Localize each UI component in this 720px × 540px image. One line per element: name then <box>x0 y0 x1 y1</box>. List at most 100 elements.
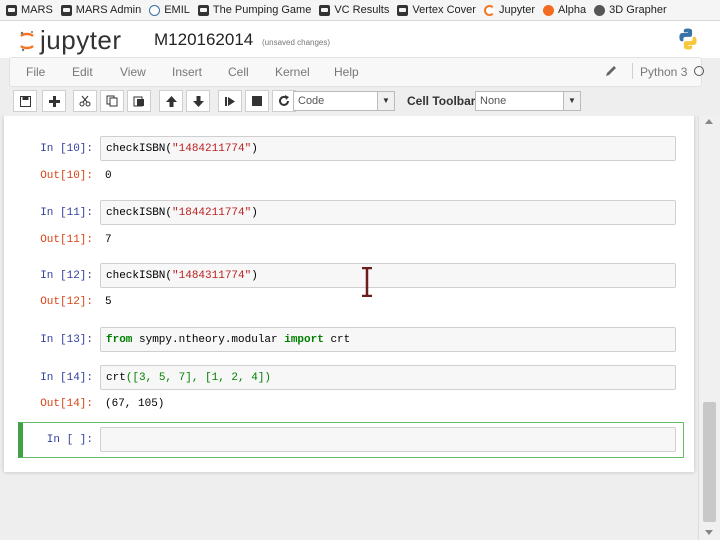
alpha-icon <box>543 4 555 16</box>
notebook-scroll-area[interactable]: In [10]: checkISBN("1484211774") Out[10]… <box>0 116 698 540</box>
jupyter-logo[interactable]: jupyter <box>19 25 122 56</box>
menu-cell[interactable]: Cell <box>228 65 249 79</box>
code-input-empty[interactable] <box>100 427 676 452</box>
jupyter-icon <box>483 4 495 16</box>
code-input[interactable]: from sympy.ntheory.modular import crt <box>100 327 676 352</box>
plus-icon <box>48 95 60 107</box>
notebook-title[interactable]: M120162014 <box>154 30 253 50</box>
save-icon <box>19 95 31 107</box>
code-function: checkISBN( <box>106 270 173 282</box>
bookmark-label: MARS Admin <box>75 4 142 16</box>
cell-output: 0 <box>105 170 112 182</box>
bookmark-label: The Pumping Game <box>212 4 312 16</box>
code-args: ([3, 5, 7], [1, 2, 4]) <box>125 372 272 384</box>
out-prompt: Out[14]: <box>40 398 93 410</box>
bookmark-label: 3D Grapher <box>609 4 667 16</box>
vertical-scrollbar[interactable] <box>698 116 720 540</box>
grapher-icon <box>594 4 606 16</box>
notebook-header: jupyter M120162014 (unsaved changes) <box>0 21 720 58</box>
kernel-idle-indicator-icon <box>694 66 704 76</box>
in-prompt: In [14]: <box>40 372 93 384</box>
car-icon <box>60 4 72 16</box>
cell-toolbar-select[interactable]: None ▼ <box>475 91 581 111</box>
car-icon <box>319 4 331 16</box>
menu-view[interactable]: View <box>120 65 146 79</box>
move-up-button[interactable] <box>159 90 183 112</box>
bookmark-item[interactable]: MARS <box>6 4 53 16</box>
jupyter-logo-icon <box>20 30 34 51</box>
bookmark-item[interactable]: The Pumping Game <box>197 4 312 16</box>
code-function: checkISBN( <box>106 143 173 155</box>
emil-icon <box>149 4 161 16</box>
in-prompt: In [ ]: <box>46 434 93 446</box>
cell-type-select[interactable]: Code ▼ <box>293 91 395 111</box>
cell-type-value: Code <box>298 95 325 107</box>
out-prompt: Out[10]: <box>40 170 93 182</box>
bookmarks-bar: MARS MARS Admin EMIL The Pumping Game VC Res… <box>0 0 720 21</box>
cell-toolbar-label: Cell Toolbar: <box>407 94 480 108</box>
move-down-button[interactable] <box>186 90 210 112</box>
bookmark-item[interactable]: EMIL <box>149 4 190 16</box>
in-prompt: In [13]: <box>40 334 93 346</box>
code-string: "1844211774" <box>172 207 252 219</box>
chevron-down-icon: ▼ <box>563 92 580 110</box>
divider <box>632 63 633 79</box>
menu-insert[interactable]: Insert <box>172 65 202 79</box>
text-cursor-icon <box>362 267 372 297</box>
stop-icon <box>252 96 262 106</box>
menu-edit[interactable]: Edit <box>72 65 93 79</box>
save-status: (unsaved changes) <box>262 38 331 47</box>
in-prompt: In [11]: <box>40 207 93 219</box>
scissors-icon <box>79 95 91 107</box>
interrupt-kernel-button[interactable] <box>245 90 269 112</box>
menu-kernel[interactable]: Kernel <box>275 65 310 79</box>
menu-help[interactable]: Help <box>334 65 359 79</box>
cut-button[interactable] <box>73 90 97 112</box>
out-prompt: Out[11]: <box>40 234 93 246</box>
bookmark-item[interactable]: Alpha <box>543 4 586 16</box>
code-function: crt <box>106 372 126 384</box>
code-input[interactable]: crt([3, 5, 7], [1, 2, 4]) <box>100 365 676 390</box>
bookmark-item[interactable]: Vertex Cover <box>397 4 476 16</box>
cell-output: 7 <box>105 234 112 246</box>
cell-output: (67, 105) <box>105 398 165 410</box>
bookmark-item[interactable]: MARS Admin <box>60 4 142 16</box>
python-logo-icon <box>679 28 697 50</box>
save-button[interactable] <box>13 90 37 112</box>
code-keyword: from <box>106 334 133 346</box>
jupyter-logo-text: jupyter <box>40 25 122 55</box>
bookmark-item[interactable]: Jupyter <box>483 4 536 16</box>
code-input[interactable]: checkISBN("1844211774") <box>100 200 676 225</box>
code-input[interactable]: checkISBN("1484211774") <box>100 136 676 161</box>
bookmark-label: Jupyter <box>498 4 536 16</box>
arrow-up-icon <box>165 95 177 107</box>
copy-button[interactable] <box>100 90 124 112</box>
code-module: sympy.ntheory.modular <box>132 334 285 346</box>
scroll-down-arrow-icon[interactable] <box>705 530 713 535</box>
arrow-down-icon <box>192 95 204 107</box>
bookmark-item[interactable]: 3D Grapher <box>594 4 667 16</box>
car-icon <box>6 4 17 16</box>
scroll-up-arrow-icon[interactable] <box>705 119 713 124</box>
bookmark-item[interactable]: VC Results <box>319 4 389 16</box>
in-prompt: In [10]: <box>40 143 93 155</box>
car-icon <box>397 4 409 16</box>
scroll-thumb[interactable] <box>703 402 716 522</box>
chevron-down-icon: ▼ <box>377 92 394 110</box>
bookmark-label: EMIL <box>164 4 190 16</box>
notebook-page: In [10]: checkISBN("1484211774") Out[10]… <box>4 116 694 472</box>
menubar: File Edit View Insert Cell Kernel Help P… <box>9 57 704 87</box>
code-punct: ) <box>251 270 258 282</box>
notebook-toolbar: Code ▼ Cell Toolbar: None ▼ <box>13 90 703 114</box>
refresh-icon <box>279 95 289 106</box>
step-forward-icon <box>224 96 235 106</box>
code-input[interactable]: checkISBN("1484311774") <box>100 263 676 288</box>
paste-icon <box>133 96 144 107</box>
cell-toolbar-value: None <box>480 95 507 107</box>
paste-button[interactable] <box>127 90 151 112</box>
run-cell-button[interactable] <box>218 90 242 112</box>
insert-cell-button[interactable] <box>42 90 66 112</box>
code-string: "1484311774" <box>172 270 252 282</box>
menu-file[interactable]: File <box>26 65 45 79</box>
code-punct: ) <box>251 207 258 219</box>
